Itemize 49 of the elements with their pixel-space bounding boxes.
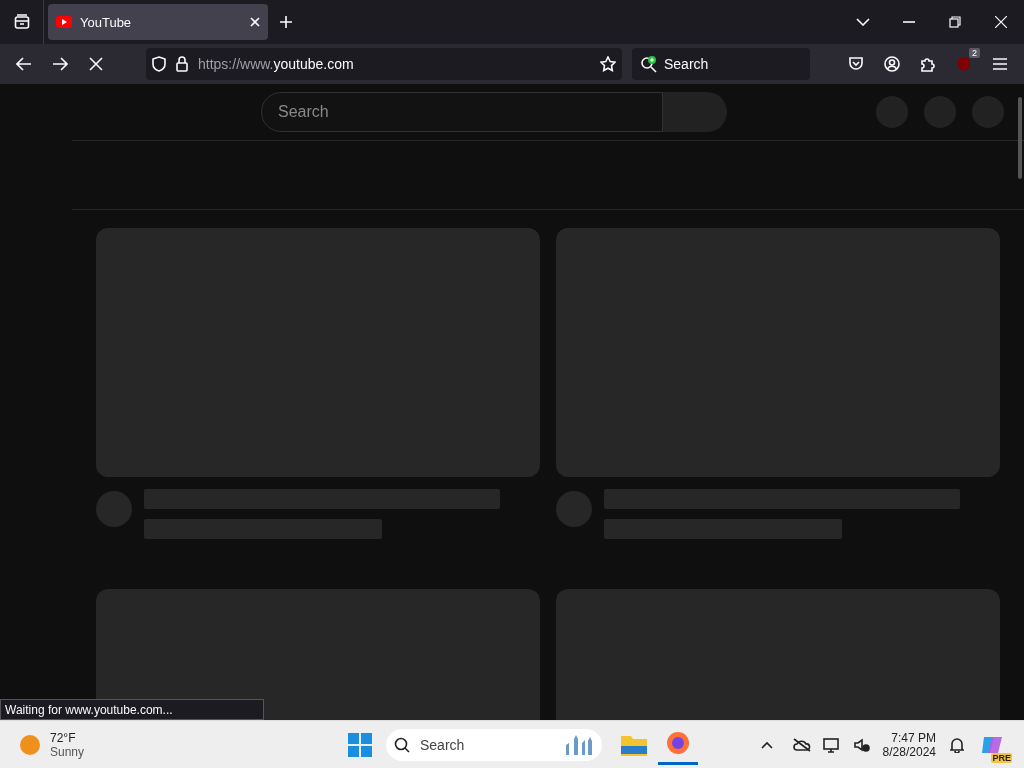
tab-title: YouTube: [80, 14, 133, 30]
scrollbar[interactable]: [1018, 97, 1022, 179]
city-towers-icon: [564, 734, 594, 755]
bell-icon[interactable]: [950, 736, 964, 753]
search-icon: [394, 736, 410, 753]
url-text: https://www.youtube.com: [198, 56, 355, 72]
back-arrow-icon[interactable]: [16, 57, 32, 71]
browser-tab[interactable]: YouTube: [48, 4, 268, 40]
windows-logo-icon[interactable]: [348, 732, 372, 757]
forward-arrow-icon[interactable]: [52, 57, 68, 71]
restore-icon[interactable]: [949, 16, 961, 28]
close-icon[interactable]: [995, 16, 1007, 28]
count-badge: 2: [969, 48, 980, 58]
avatar-placeholder: [96, 491, 132, 527]
sun-icon: [20, 734, 40, 755]
address-bar[interactable]: https://www.youtube.com: [146, 48, 622, 80]
stop-icon[interactable]: [89, 57, 103, 71]
copilot-button[interactable]: PRE: [972, 724, 1012, 765]
chevron-up-icon[interactable]: [760, 740, 773, 749]
chevron-down-icon[interactable]: [856, 18, 870, 26]
puzzle-piece-icon[interactable]: [920, 56, 936, 72]
extension-button[interactable]: 2: [946, 46, 982, 82]
pocket-icon[interactable]: [848, 56, 864, 72]
weather-condition: Sunny: [50, 744, 85, 759]
preview-badge: PRE: [991, 752, 1012, 763]
search-field[interactable]: Search: [261, 92, 663, 132]
speaker-muted-icon[interactable]: [853, 737, 870, 752]
clock-date: 8/28/2024: [882, 744, 936, 759]
shield-icon: [957, 56, 971, 72]
cloud-off-icon[interactable]: [792, 737, 811, 752]
firefox-logo-icon[interactable]: [666, 731, 690, 755]
folder-icon[interactable]: [621, 733, 647, 756]
search-field[interactable]: Search: [632, 48, 810, 80]
monitor-icon[interactable]: [822, 736, 841, 753]
shield-icon[interactable]: [152, 56, 166, 72]
status-text: Waiting for www.youtube.com...: [0, 699, 264, 720]
temperature: 72°F: [50, 730, 77, 745]
avatar-placeholder: [556, 491, 592, 527]
search-field[interactable]: Search: [386, 728, 602, 761]
play-logo-icon: [56, 16, 72, 28]
tab-list-icon[interactable]: [13, 14, 30, 30]
menu-icon[interactable]: [992, 57, 1008, 71]
account-icon[interactable]: [884, 56, 900, 72]
plus-icon[interactable]: [279, 15, 293, 29]
search-icon: [640, 55, 658, 73]
lock-icon[interactable]: [176, 56, 188, 72]
clock-time: 7:47 PM: [891, 730, 936, 745]
close-icon[interactable]: [250, 17, 260, 27]
star-icon[interactable]: [600, 56, 616, 72]
